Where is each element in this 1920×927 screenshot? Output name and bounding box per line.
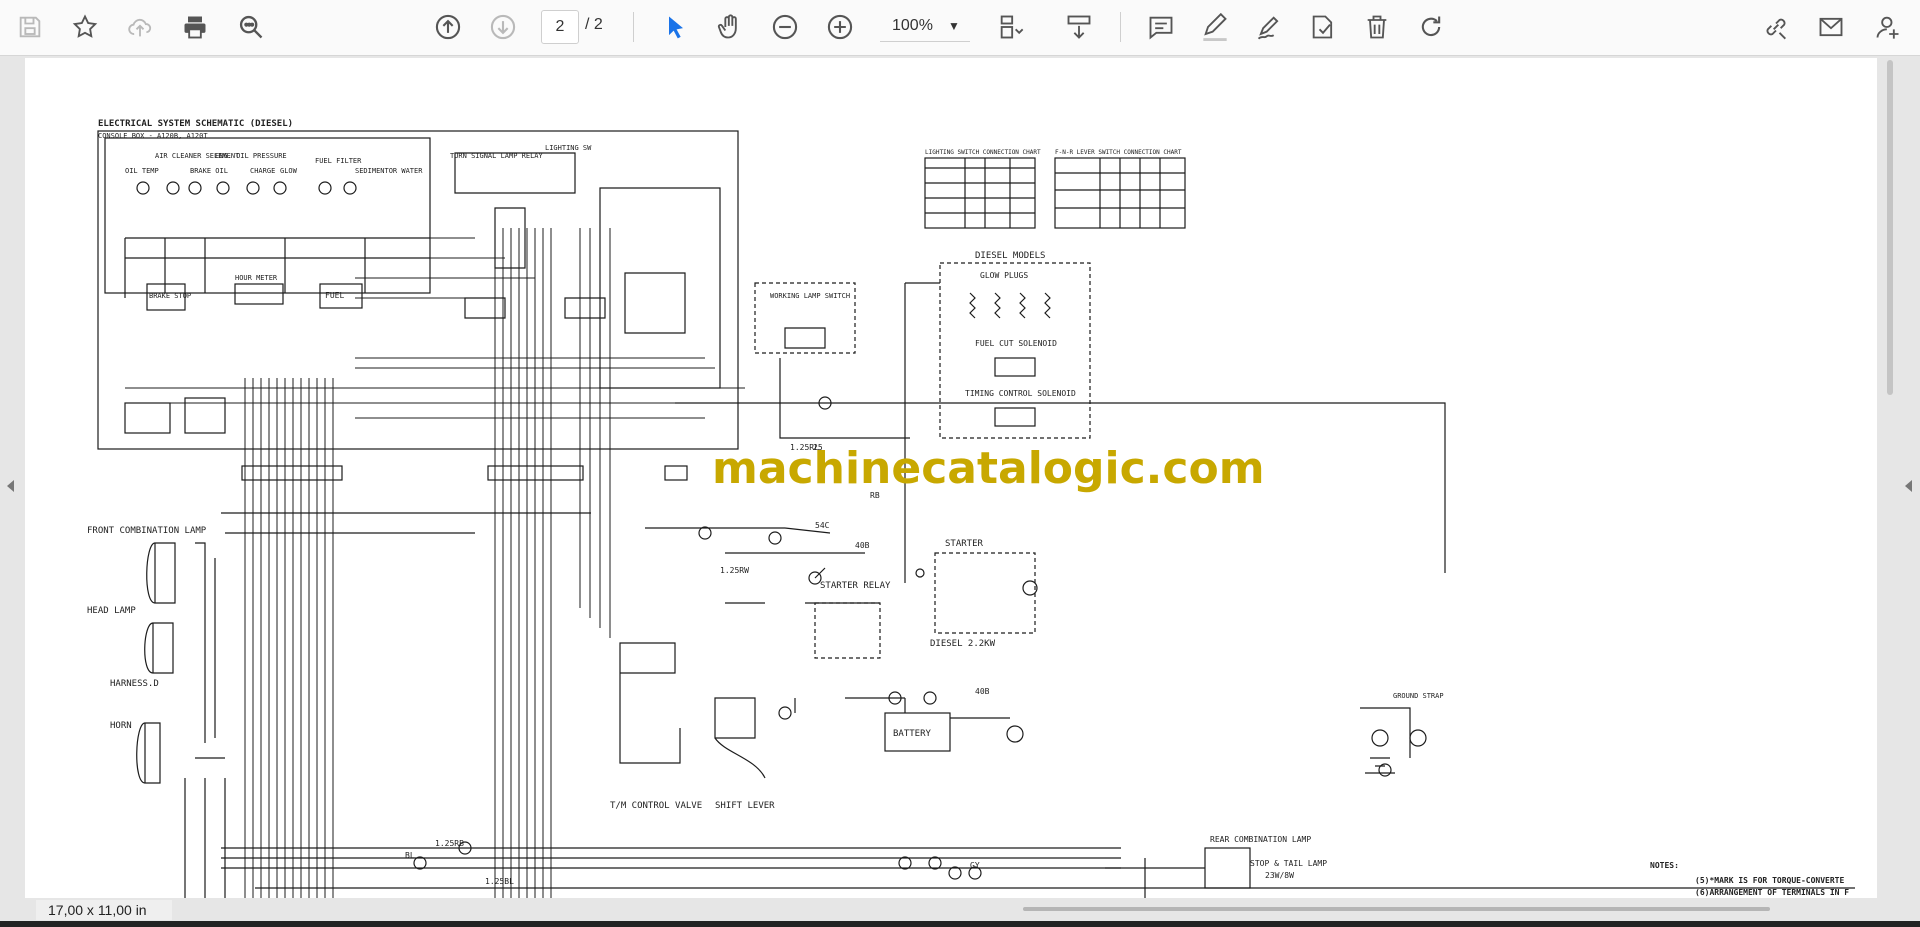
page-fit-icon[interactable] (990, 6, 1032, 48)
label-oil-temp: OIL TEMP (125, 167, 159, 175)
label-working-lamp-switch: WORKING LAMP SWITCH (770, 292, 850, 300)
comment-icon[interactable] (1140, 6, 1182, 48)
label-note-5: (5)*MARK IS FOR TORQUE-CONVERTE (1695, 876, 1844, 885)
label-note-6: (6)ARRANGEMENT OF TERMINALS IN F (1695, 888, 1849, 897)
zoom-search-icon[interactable] (230, 6, 272, 48)
page-up-icon[interactable] (427, 6, 469, 48)
cursor-icon[interactable] (655, 6, 697, 48)
save-icon[interactable] (9, 6, 51, 48)
label-shift-lever: SHIFT LEVER (715, 801, 775, 811)
label-diesel-kw: DIESEL 2.2KW (930, 639, 996, 649)
label-starter: STARTER (945, 539, 984, 549)
vertical-scrollbar[interactable] (1887, 60, 1893, 395)
label-fuel: FUEL (325, 291, 344, 300)
label-sedimentor: SEDIMENTOR WATER (355, 167, 423, 175)
label-turn-signal-relay: TURN SIGNAL LAMP RELAY (450, 152, 544, 160)
label-starter-relay: STARTER RELAY (820, 581, 891, 591)
label-diesel-models: DIESEL MODELS (975, 251, 1045, 261)
label-fnr-chart: F-N-R LEVER SWITCH CONNECTION CHART (1055, 149, 1182, 156)
label-brake-oil: BRAKE OIL (190, 167, 228, 175)
toolbar-divider (1120, 12, 1121, 42)
schematic-subtitle: CONSOLE BOX - A120B, A120T (98, 132, 208, 140)
page-size-label: 17,00 x 11,00 in (36, 900, 172, 920)
label-stop-tail-w: 23W/8W (1265, 871, 1294, 880)
label-head-lamp: HEAD LAMP (87, 606, 136, 616)
wire-125bl: 1.25BL (485, 877, 514, 886)
label-lighting-chart: LIGHTING SWITCH CONNECTION CHART (925, 149, 1041, 156)
chevron-left-icon[interactable] (4, 478, 18, 494)
wire-54c: 54C (815, 521, 830, 530)
label-fuel-filter: FUEL FILTER (315, 157, 362, 165)
wire-40b-2: 40B (975, 687, 990, 696)
page-total: / 2 (585, 16, 603, 33)
delete-icon[interactable] (1356, 6, 1398, 48)
pen-icon[interactable] (1194, 6, 1236, 48)
label-ground-strap: GROUND STRAP (1393, 692, 1444, 700)
scroll-mode-icon[interactable] (1058, 6, 1100, 48)
label-charge: CHARGE (250, 167, 275, 175)
page-down-icon[interactable] (482, 6, 524, 48)
label-tm-control: T/M CONTROL VALVE (610, 801, 702, 811)
zoom-out-icon[interactable] (764, 6, 806, 48)
wire-bl: BL (405, 851, 415, 860)
label-fuel-cut: FUEL CUT SOLENOID (975, 339, 1057, 348)
hand-icon[interactable] (709, 6, 751, 48)
stamp-icon[interactable] (1302, 6, 1344, 48)
wire-gy: GY (970, 861, 980, 870)
bookmark-star-icon[interactable] (64, 6, 106, 48)
redo-icon[interactable] (1410, 6, 1452, 48)
chevron-down-icon[interactable]: ▼ (948, 12, 960, 40)
page-number-input[interactable]: 2 (541, 10, 579, 44)
upload-cloud-icon[interactable] (119, 6, 161, 48)
schematic-title: ELECTRICAL SYSTEM SCHEMATIC (DIESEL) (98, 119, 293, 129)
label-glow: GLOW (280, 167, 298, 175)
toolbar-divider (633, 12, 634, 42)
toolbar: 2 / 2 100% ▼ (0, 0, 1920, 56)
label-hour-meter: HOUR METER (235, 274, 278, 282)
label-horn: HORN (110, 721, 132, 731)
label-stop-tail: STOP & TAIL LAMP (1250, 859, 1327, 868)
label-glow-plugs: GLOW PLUGS (980, 271, 1028, 280)
label-engine-oil: ENG. OIL PRESSURE (215, 152, 287, 160)
sign-icon[interactable] (1248, 6, 1290, 48)
add-user-icon[interactable] (1867, 6, 1909, 48)
mail-icon[interactable] (1810, 6, 1852, 48)
print-icon[interactable] (174, 6, 216, 48)
wire-40b: 40B (855, 541, 870, 550)
taskbar-strip (0, 921, 1920, 927)
label-battery: BATTERY (893, 729, 932, 739)
zoom-in-icon[interactable] (819, 6, 861, 48)
wire-125rb: 1.25RB (435, 839, 464, 848)
label-rear-combination: REAR COMBINATION LAMP (1210, 835, 1311, 844)
label-brake-stop: BRAKE STOP (149, 292, 191, 300)
label-harness-d: HARNESS.D (110, 679, 159, 689)
label-notes: NOTES: (1650, 861, 1679, 870)
label-lighting-sw: LIGHTING SW (545, 144, 592, 152)
label-front-combination: FRONT COMBINATION LAMP (87, 526, 207, 536)
horizontal-scrollbar[interactable] (1023, 907, 1770, 911)
watermark-text: machinecatalogic.com (712, 443, 1265, 494)
label-timing-control: TIMING CONTROL SOLENOID (965, 389, 1076, 398)
chevron-right-icon[interactable] (1902, 478, 1916, 494)
wire-125rw: 1.25RW (720, 566, 749, 575)
link-icon[interactable] (1755, 6, 1797, 48)
